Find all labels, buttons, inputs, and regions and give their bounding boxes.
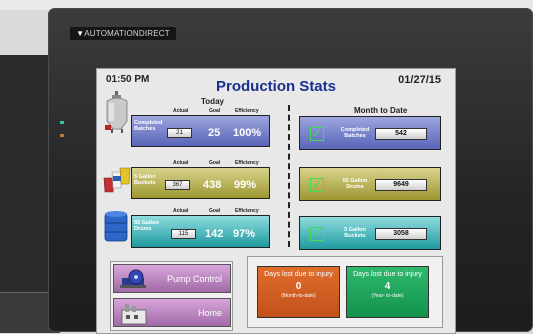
today-batches-panel: Completed Batches 21 25 100% [131, 115, 270, 147]
today-batches-goal: 25 [208, 127, 221, 139]
today-drums-efficiency: 97% [233, 228, 256, 240]
home-label: Home [197, 308, 222, 318]
today-buckets-actual: 367 [165, 180, 190, 190]
navigation-panel: Pump Control Home [110, 261, 233, 331]
mtd-drums-panel: ✓ 55 Gallon Drums 9649 [299, 167, 441, 201]
days-lost-month-value: 0 [295, 281, 302, 292]
checkbox-icon: ✓ [310, 227, 324, 241]
today-drums-panel: 55 Gallon Drums 115 142 97% [131, 215, 270, 248]
home-button[interactable]: Home [113, 298, 231, 327]
today-buckets-efficiency: 99% [234, 179, 257, 191]
checkbox-icon: ✓ [310, 127, 324, 141]
status-led-green [60, 121, 64, 124]
today-drums-actual: 115 [171, 229, 196, 239]
today-batches-efficiency: 100% [233, 127, 262, 139]
pump-control-label: Pump Control [166, 274, 222, 284]
checkbox-icon: ✓ [310, 178, 324, 192]
pump-icon [120, 269, 146, 288]
mtd-batches-value: 542 [375, 128, 427, 140]
mtd-drums-value: 9649 [375, 179, 427, 191]
days-lost-year-sub: (Year- to-date) [371, 293, 404, 299]
days-lost-year-value: 4 [384, 281, 391, 292]
today-drums-label: 55 Gallon Drums [134, 220, 159, 232]
clock-date: 01/27/15 [398, 74, 441, 86]
today-buckets-label: 5 Gallon Buckets [134, 174, 156, 186]
col-header-efficiency-2: Efficiency [235, 160, 259, 166]
col-header-goal-2: Goal [209, 160, 221, 166]
brand-text: AUTOMATIONDIRECT [84, 29, 170, 38]
col-header-actual-2: Actual [173, 160, 189, 166]
col-header-goal: Goal [209, 108, 221, 114]
days-lost-month-label: Days lost due to injury [264, 271, 333, 278]
factory-icon [121, 304, 147, 325]
mtd-batches-label: Completed Batches [340, 127, 370, 139]
col-header-efficiency: Efficiency [235, 108, 259, 114]
days-lost-year-box: Days lost due to injury 4 (Year- to-date… [346, 266, 429, 318]
mtd-drums-label: 55 Gallon Drums [342, 178, 368, 190]
mtd-buckets-label: 5 Gallon Buckets [344, 227, 366, 239]
today-heading: Today [201, 97, 224, 106]
mixing-tank-icon [105, 91, 128, 133]
today-buckets-goal: 438 [203, 179, 222, 191]
today-buckets-panel: 5 Gallon Buckets 367 438 99% [131, 167, 270, 199]
pump-control-button[interactable]: Pump Control [113, 264, 231, 293]
col-header-actual: Actual [173, 108, 189, 114]
hmi-screen: 01:50 PM Production Stats 01/27/15 Today… [96, 68, 456, 334]
days-lost-month-box: Days lost due to injury 0 (Month-to-date… [257, 266, 340, 318]
today-drums-goal: 142 [205, 228, 224, 240]
today-batches-label: Completed Batches [134, 120, 163, 132]
month-to-date-heading: Month to Date [354, 106, 408, 115]
col-header-actual-3: Actual [173, 208, 189, 214]
brand-logo: ▼AUTOMATIONDIRECT [70, 27, 176, 40]
buckets-icon [103, 167, 131, 193]
days-lost-month-sub: (Month-to-date) [281, 293, 316, 299]
mtd-batches-panel: ✓ Completed Batches 542 [299, 116, 441, 150]
section-divider [288, 105, 290, 247]
drums-icon [104, 211, 128, 242]
today-batches-actual: 21 [167, 128, 192, 138]
days-lost-year-label: Days lost due to injury [353, 271, 422, 278]
status-led-orange [60, 134, 64, 137]
col-header-efficiency-3: Efficiency [235, 208, 259, 214]
safety-panel: Days lost due to injury 0 (Month-to-date… [247, 256, 443, 328]
mtd-buckets-value: 3058 [375, 228, 427, 240]
mtd-buckets-panel: ✓ 5 Gallon Buckets 3058 [299, 216, 441, 250]
col-header-goal-3: Goal [209, 208, 221, 214]
